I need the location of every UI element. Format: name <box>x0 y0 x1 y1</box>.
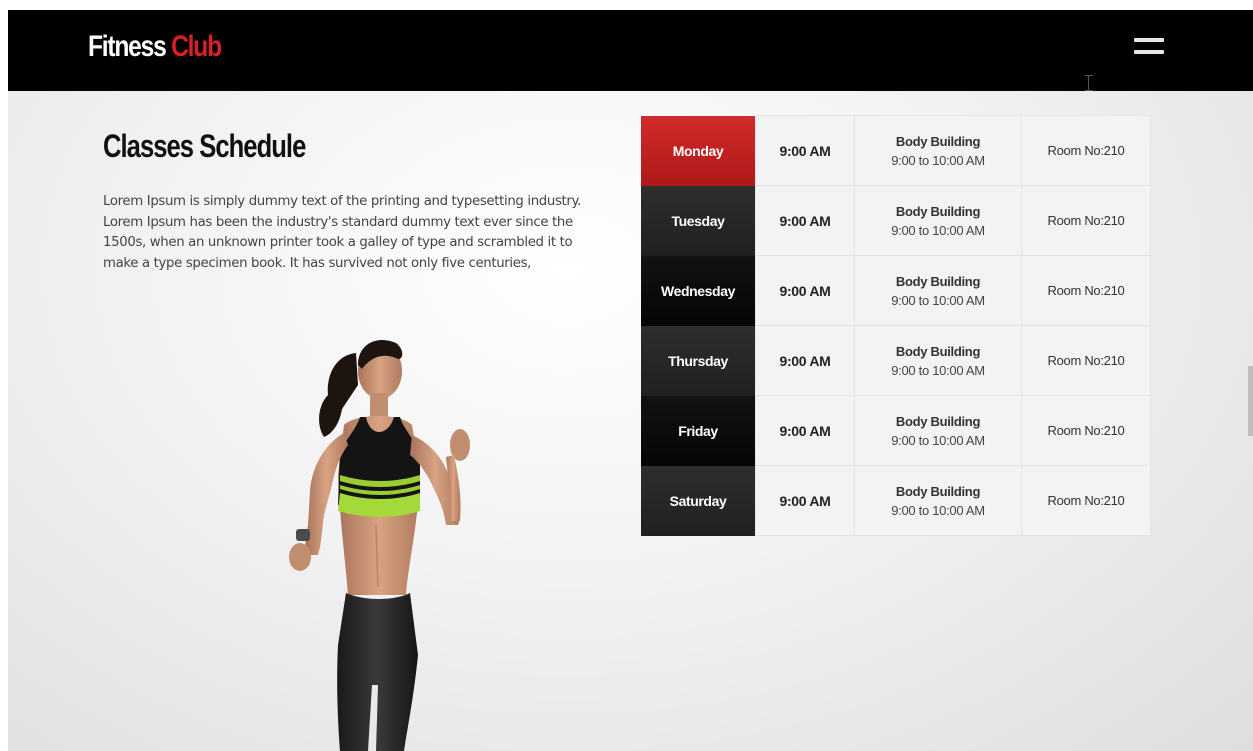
day-tab-saturday[interactable]: Saturday <box>641 465 756 536</box>
section-title: Classes Schedule <box>103 128 306 164</box>
class-time: 9:00 to 10:00 AM <box>891 432 985 448</box>
day-tab-monday[interactable]: Monday <box>641 115 756 186</box>
class-time: 9:00 to 10:00 AM <box>891 152 985 168</box>
schedule-row: Wednesday 9:00 AM Body Building 9:00 to 1… <box>641 255 1151 326</box>
day-tab-thursday[interactable]: Thursday <box>641 325 756 396</box>
section-description: Lorem Ipsum is simply dummy text of the … <box>103 194 582 271</box>
schedule-row: Friday 9:00 AM Body Building 9:00 to 10:0… <box>641 395 1151 466</box>
class-info: Body Building 9:00 to 10:00 AM <box>854 395 1022 466</box>
start-time: 9:00 AM <box>755 395 855 466</box>
class-name: Body Building <box>895 483 981 499</box>
start-time: 9:00 AM <box>755 325 855 396</box>
menu-bar-top <box>1134 38 1164 42</box>
site-logo[interactable]: Fitness Club <box>88 30 222 64</box>
schedule-row: Thursday 9:00 AM Body Building 9:00 to 10… <box>641 325 1151 396</box>
schedule-row: Saturday 9:00 AM Body Building 9:00 to 10… <box>641 465 1151 536</box>
page-frame: Fitness Club Classes Schedule Lorem Ipsu… <box>8 10 1253 751</box>
scrollbar-thumb[interactable] <box>1248 366 1253 436</box>
class-schedule-table: Monday 9:00 AM Body Building 9:00 to 10:0… <box>641 115 1151 536</box>
schedule-row: Tuesday 9:00 AM Body Building 9:00 to 10:… <box>641 185 1151 256</box>
class-name: Body Building <box>895 273 981 289</box>
logo-text-club: Club <box>171 30 222 63</box>
class-time: 9:00 to 10:00 AM <box>891 222 985 238</box>
room-number: Room No:210 <box>1021 185 1151 256</box>
class-info: Body Building 9:00 to 10:00 AM <box>854 185 1022 256</box>
class-info: Body Building 9:00 to 10:00 AM <box>854 465 1022 536</box>
room-number: Room No:210 <box>1021 115 1151 186</box>
start-time: 9:00 AM <box>755 465 855 536</box>
menu-bar-bottom <box>1134 50 1164 54</box>
hamburger-menu-icon[interactable] <box>1132 34 1168 60</box>
room-number: Room No:210 <box>1021 465 1151 536</box>
start-time: 9:00 AM <box>755 185 855 256</box>
start-time: 9:00 AM <box>755 115 855 186</box>
top-navbar: Fitness Club <box>8 10 1253 91</box>
text-cursor-icon <box>1085 75 1093 91</box>
day-tab-friday[interactable]: Friday <box>641 395 756 466</box>
class-info: Body Building 9:00 to 10:00 AM <box>854 255 1022 326</box>
class-info: Body Building 9:00 to 10:00 AM <box>854 325 1022 396</box>
room-number: Room No:210 <box>1021 255 1151 326</box>
day-tab-tuesday[interactable]: Tuesday <box>641 185 756 256</box>
class-name: Body Building <box>895 413 981 429</box>
class-name: Body Building <box>895 203 981 219</box>
class-time: 9:00 to 10:00 AM <box>891 362 985 378</box>
room-number: Room No:210 <box>1021 395 1151 466</box>
athlete-runner-image <box>289 339 470 751</box>
start-time: 9:00 AM <box>755 255 855 326</box>
class-time: 9:00 to 10:00 AM <box>891 292 985 308</box>
class-info: Body Building 9:00 to 10:00 AM <box>854 115 1022 186</box>
class-time: 9:00 to 10:00 AM <box>891 502 985 518</box>
room-number: Room No:210 <box>1021 325 1151 396</box>
logo-text-fitness: Fitness <box>88 30 167 63</box>
class-name: Body Building <box>895 343 981 359</box>
day-tab-wednesday[interactable]: Wednesday <box>641 255 756 326</box>
schedule-row: Monday 9:00 AM Body Building 9:00 to 10:0… <box>641 115 1151 186</box>
class-name: Body Building <box>895 133 981 149</box>
